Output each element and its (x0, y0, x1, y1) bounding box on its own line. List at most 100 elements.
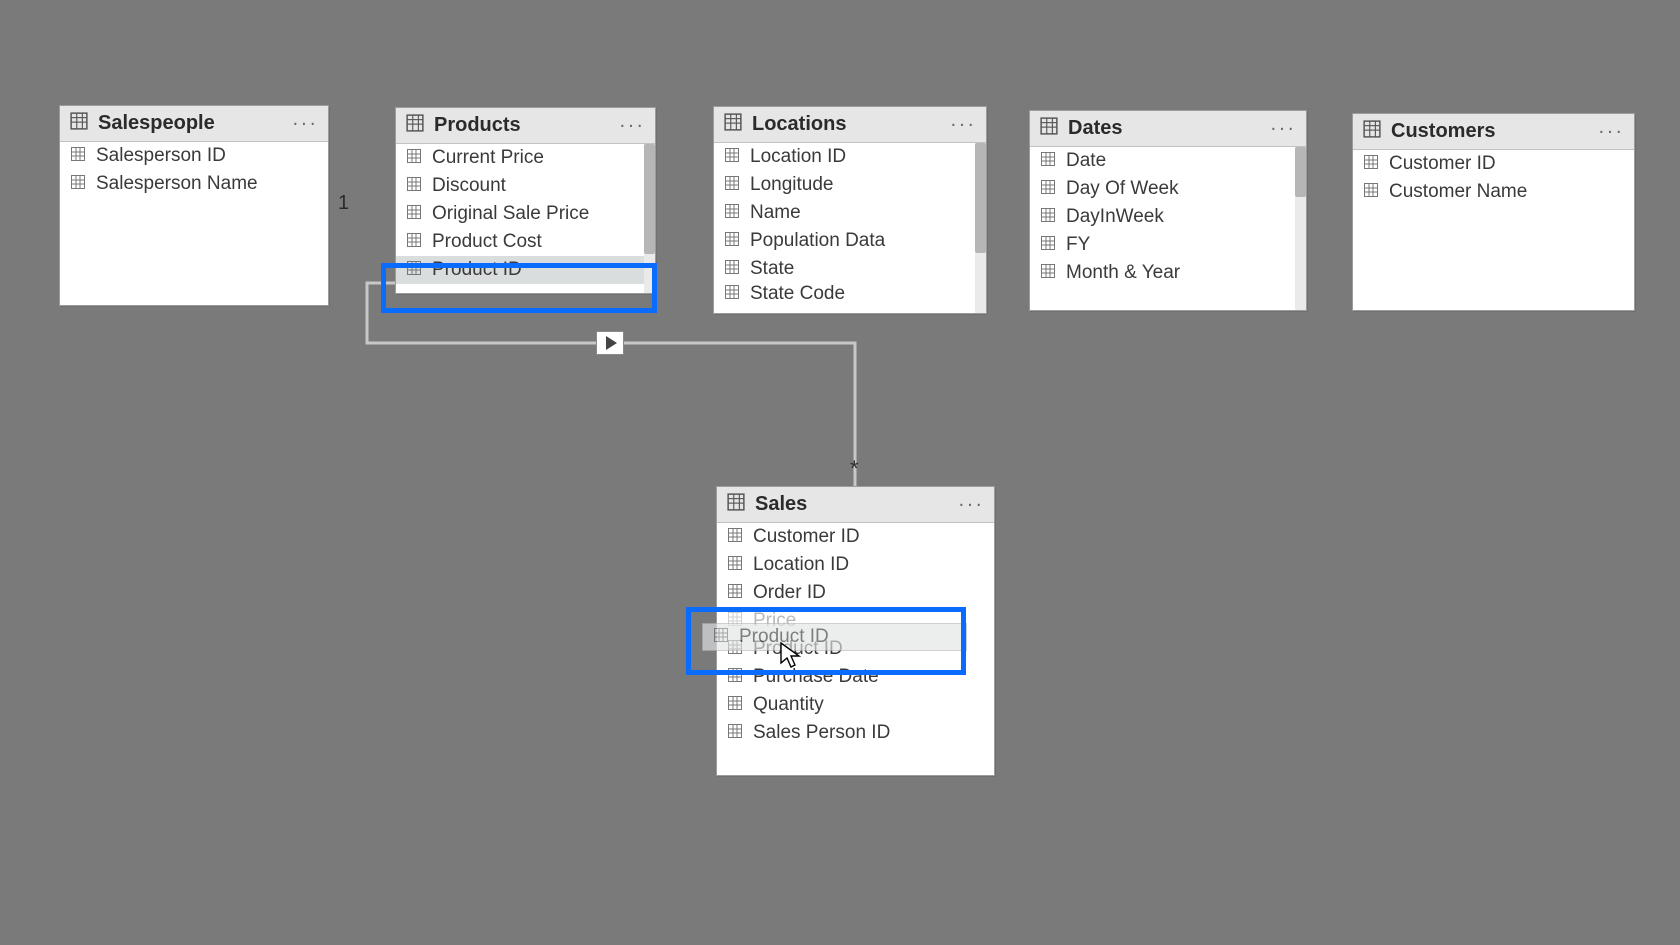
field-icon (1040, 263, 1056, 285)
relationship-direction-arrow[interactable] (596, 331, 624, 355)
field-icon (724, 175, 740, 197)
table-title: Sales (755, 493, 807, 516)
field-row[interactable]: Month & Year (1030, 259, 1306, 287)
table-title: Salespeople (98, 112, 215, 135)
field-row[interactable]: Customer ID (717, 523, 994, 551)
field-row[interactable]: Quantity (717, 691, 994, 719)
field-row[interactable]: Original Sale Price (396, 200, 655, 228)
table-locations[interactable]: Locations ··· Location ID Longitude Name… (713, 106, 987, 314)
field-icon (713, 627, 729, 649)
field-label: Product ID (432, 259, 522, 281)
cardinality-one-label: 1 (338, 192, 349, 215)
field-label: Month & Year (1066, 262, 1180, 284)
field-label: State Code (750, 283, 845, 302)
field-row[interactable]: Product Cost (396, 228, 655, 256)
scrollbar-track[interactable] (1295, 147, 1306, 310)
field-icon (406, 204, 422, 226)
scrollbar-thumb[interactable] (1295, 147, 1306, 197)
field-row[interactable]: DayInWeek (1030, 203, 1306, 231)
field-label: Customer ID (753, 526, 860, 548)
scrollbar-thumb[interactable] (644, 144, 655, 254)
field-row[interactable]: Customer Name (1353, 178, 1634, 206)
table-dates[interactable]: Dates ··· Date Day Of Week DayInWeek FY … (1029, 110, 1307, 311)
scrollbar-track[interactable] (975, 143, 986, 313)
field-icon (727, 723, 743, 745)
field-row[interactable]: State Code (714, 283, 986, 302)
table-title: Locations (752, 113, 846, 136)
field-label: Location ID (753, 554, 849, 576)
field-icon (406, 148, 422, 170)
table-products[interactable]: Products ··· Current Price Discount Orig… (395, 107, 656, 294)
field-icon (727, 667, 743, 689)
field-row[interactable]: Sales Person ID (717, 719, 994, 747)
field-label: Original Sale Price (432, 203, 589, 225)
table-header[interactable]: Sales ··· (717, 487, 994, 523)
table-menu-icon[interactable]: ··· (619, 114, 645, 137)
drag-ghost: Product ID (702, 623, 967, 651)
table-field-list: Customer ID Customer Name (1353, 150, 1634, 310)
field-row[interactable]: Discount (396, 172, 655, 200)
field-row[interactable]: Customer ID (1353, 150, 1634, 178)
field-row[interactable]: Salesperson ID (60, 142, 328, 170)
cardinality-many-label: * (850, 456, 859, 482)
field-row[interactable]: Longitude (714, 171, 986, 199)
field-row[interactable]: Location ID (717, 551, 994, 579)
field-label: Name (750, 202, 801, 224)
field-icon (724, 147, 740, 169)
table-header[interactable]: Salespeople ··· (60, 106, 328, 142)
table-icon (724, 113, 742, 136)
field-label: Quantity (753, 694, 824, 716)
field-row[interactable]: Date (1030, 147, 1306, 175)
table-icon (1040, 117, 1058, 140)
table-title: Products (434, 114, 521, 137)
table-menu-icon[interactable]: ··· (1598, 120, 1624, 143)
field-icon (1040, 207, 1056, 229)
field-label: Purchase Date (753, 666, 879, 688)
field-row[interactable]: Location ID (714, 143, 986, 171)
table-field-list: Current Price Discount Original Sale Pri… (396, 144, 655, 293)
field-icon (406, 176, 422, 198)
field-label: Product Cost (432, 231, 542, 253)
field-row[interactable]: Order ID (717, 579, 994, 607)
field-icon (727, 555, 743, 577)
table-menu-icon[interactable]: ··· (292, 112, 318, 135)
field-row-selected[interactable]: Product ID (396, 256, 655, 284)
field-row[interactable]: Name (714, 199, 986, 227)
model-canvas[interactable]: 1 * Salespeople ··· Salesperson ID Sales… (0, 0, 1680, 945)
table-header[interactable]: Customers ··· (1353, 114, 1634, 150)
table-title: Dates (1068, 117, 1122, 140)
field-row[interactable]: Purchase Date (717, 663, 994, 691)
field-label: Customer Name (1389, 181, 1527, 203)
scrollbar-thumb[interactable] (975, 143, 986, 253)
table-header[interactable]: Dates ··· (1030, 111, 1306, 147)
field-label: FY (1066, 234, 1090, 256)
field-icon (70, 146, 86, 168)
field-label: Current Price (432, 147, 544, 169)
table-menu-icon[interactable]: ··· (958, 493, 984, 516)
field-row[interactable]: Day Of Week (1030, 175, 1306, 203)
drag-ghost-label: Product ID (739, 626, 829, 648)
table-menu-icon[interactable]: ··· (950, 113, 976, 136)
table-salespeople[interactable]: Salespeople ··· Salesperson ID Salespers… (59, 105, 329, 306)
field-icon (1363, 154, 1379, 176)
table-header[interactable]: Products ··· (396, 108, 655, 144)
table-icon (727, 493, 745, 516)
field-row[interactable]: State (714, 255, 986, 283)
field-row[interactable]: FY (1030, 231, 1306, 259)
field-icon (727, 527, 743, 549)
field-row[interactable]: Salesperson Name (60, 170, 328, 198)
field-icon (727, 583, 743, 605)
table-field-list: Date Day Of Week DayInWeek FY Month & Ye… (1030, 147, 1306, 310)
field-row[interactable]: Population Data (714, 227, 986, 255)
table-customers[interactable]: Customers ··· Customer ID Customer Name (1352, 113, 1635, 311)
table-icon (1363, 120, 1381, 143)
table-header[interactable]: Locations ··· (714, 107, 986, 143)
field-row[interactable]: Current Price (396, 144, 655, 172)
scrollbar-track[interactable] (644, 144, 655, 293)
field-label: Sales Person ID (753, 722, 890, 744)
field-icon (1040, 151, 1056, 173)
field-label: Salesperson ID (96, 145, 226, 167)
table-menu-icon[interactable]: ··· (1270, 117, 1296, 140)
field-icon (1040, 179, 1056, 201)
field-label: Location ID (750, 146, 846, 168)
